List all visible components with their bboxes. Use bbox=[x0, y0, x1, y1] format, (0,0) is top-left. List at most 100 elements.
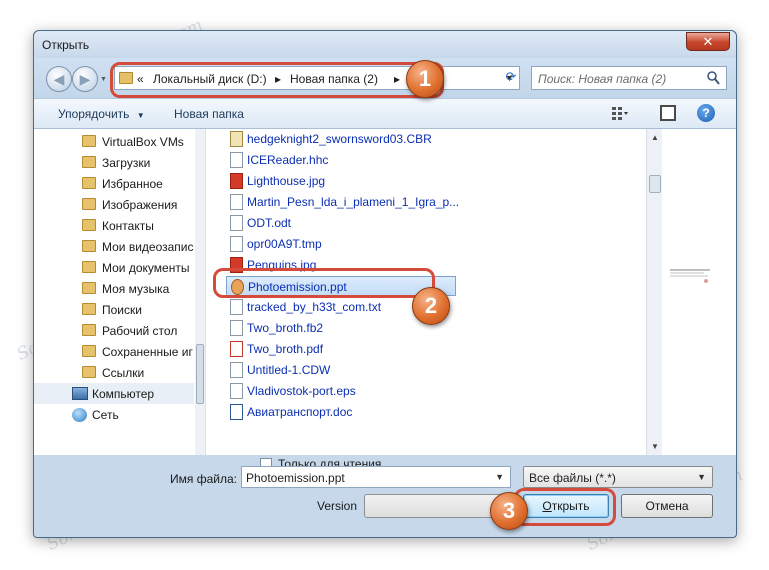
file-item[interactable]: Vladivostok-port.eps bbox=[226, 381, 456, 401]
folder-icon bbox=[82, 177, 96, 189]
search-input[interactable]: Поиск: Новая папка (2) bbox=[538, 72, 666, 86]
nav-item-saved-games[interactable]: Сохраненные иг bbox=[34, 341, 194, 362]
nav-item-label: Сохраненные иг bbox=[102, 345, 193, 359]
file-name: ODT.odt bbox=[247, 216, 292, 230]
nav-item-virtualbox-vms[interactable]: VirtualBox VMs bbox=[34, 131, 194, 152]
new-folder-button[interactable]: Новая папка bbox=[174, 107, 244, 121]
network-icon bbox=[72, 408, 87, 422]
nav-item-label: Рабочий стол bbox=[102, 324, 178, 338]
nav-item-favorites[interactable]: Избранное bbox=[34, 173, 194, 194]
file-item[interactable]: ICEReader.hhc bbox=[226, 150, 456, 170]
file-item[interactable]: Lighthouse.jpg bbox=[226, 171, 456, 191]
scrollbar-thumb[interactable] bbox=[196, 344, 204, 404]
window-title: Открыть bbox=[42, 38, 90, 52]
nav-item-label: Моя музыка bbox=[102, 282, 170, 296]
chevron-down-icon[interactable]: ▼ bbox=[495, 472, 504, 482]
file-item[interactable]: Martin_Pesn_lda_i_plameni_1_Igra_p... bbox=[226, 192, 460, 212]
file-name-field[interactable]: Photoemission.ppt ▼ bbox=[241, 466, 511, 488]
file-item[interactable]: hedgeknight2_swornsword03.CBR bbox=[226, 129, 456, 149]
file-list-scrollbar[interactable]: ▲ ▼ bbox=[646, 129, 662, 455]
change-view-icon[interactable] bbox=[611, 105, 629, 121]
callout-badge-3: 3 bbox=[490, 492, 528, 530]
back-arrow-icon: ◀ bbox=[53, 71, 65, 87]
file-name: hedgeknight2_swornsword03.CBR bbox=[247, 132, 432, 146]
folder-icon bbox=[82, 366, 96, 378]
cbr-file-icon bbox=[230, 131, 243, 147]
preview-pane-icon[interactable] bbox=[660, 105, 676, 121]
nav-item-network[interactable]: Сеть bbox=[34, 404, 194, 425]
scrollbar-thumb[interactable] bbox=[649, 175, 661, 193]
search-box[interactable]: Поиск: Новая папка (2) bbox=[531, 66, 727, 90]
file-name-value: Photoemission.ppt bbox=[246, 471, 345, 485]
folder-icon bbox=[82, 198, 96, 210]
folder-icon bbox=[82, 240, 96, 252]
jpg-file-icon bbox=[230, 173, 243, 189]
file-icon bbox=[230, 362, 243, 378]
file-icon bbox=[230, 320, 243, 336]
file-name: Vladivostok-port.eps bbox=[247, 384, 356, 398]
nav-item-pictures[interactable]: Изображения bbox=[34, 194, 194, 215]
nav-item-label: VirtualBox VMs bbox=[102, 135, 184, 149]
nav-item-label: Изображения bbox=[102, 198, 178, 212]
nav-item-label: Избранное bbox=[102, 177, 163, 191]
file-name: Авиатранспорт.doc bbox=[247, 405, 353, 419]
folder-icon bbox=[82, 219, 96, 231]
chevron-down-icon: ▼ bbox=[136, 111, 145, 120]
nav-item-label: Загрузки bbox=[102, 156, 151, 170]
folder-icon bbox=[82, 303, 96, 315]
nav-item-label: Компьютер bbox=[92, 387, 155, 401]
callout-highlight-selected-file bbox=[213, 268, 435, 298]
cancel-button[interactable]: Отмена bbox=[621, 494, 713, 518]
nav-item-desktop[interactable]: Рабочий стол bbox=[34, 320, 194, 341]
file-name-label: Имя файла: bbox=[170, 472, 237, 486]
file-item[interactable]: Untitled-1.CDW bbox=[226, 360, 456, 380]
folder-icon bbox=[82, 135, 96, 147]
scroll-down-arrow-icon[interactable]: ▼ bbox=[651, 442, 659, 451]
file-name: tracked_by_h33t_com.txt bbox=[247, 300, 382, 314]
nav-item-label: Мои видеозапис bbox=[102, 240, 194, 254]
close-button[interactable]: ✕ bbox=[686, 32, 730, 51]
folder-icon bbox=[82, 282, 96, 294]
forward-button[interactable]: ▶ bbox=[72, 66, 98, 92]
help-icon[interactable]: ? bbox=[697, 104, 715, 122]
file-type-select[interactable]: Все файлы (*.*) ▼ bbox=[523, 466, 713, 488]
scroll-up-arrow-icon[interactable]: ▲ bbox=[651, 133, 659, 142]
doc-file-icon bbox=[230, 404, 243, 420]
file-name: Martin_Pesn_lda_i_plameni_1_Igra_p... bbox=[247, 195, 460, 209]
folder-icon bbox=[82, 156, 96, 168]
nav-item-label: Ссылки bbox=[102, 366, 145, 380]
file-icon bbox=[230, 152, 243, 168]
file-item[interactable]: opr00A9T.tmp bbox=[226, 234, 456, 254]
nav-pane-scrollbar[interactable] bbox=[195, 129, 205, 455]
refresh-icon: ⟳ bbox=[505, 69, 517, 84]
nav-item-computer[interactable]: Компьютер bbox=[34, 383, 194, 404]
nav-item-links[interactable]: Ссылки bbox=[34, 362, 194, 383]
chevron-down-icon: ▼ bbox=[697, 472, 706, 482]
pdf-file-icon bbox=[230, 341, 243, 357]
nav-item-my-documents[interactable]: Мои документы bbox=[34, 257, 194, 278]
nav-item-downloads[interactable]: Загрузки bbox=[34, 152, 194, 173]
file-item[interactable]: Авиатранспорт.doc bbox=[226, 402, 456, 422]
recent-locations-dropdown[interactable]: ▼ bbox=[100, 76, 108, 84]
organize-button[interactable]: Упорядочить ▼ bbox=[58, 107, 145, 121]
file-item[interactable]: Two_broth.pdf bbox=[226, 339, 456, 359]
callout-badge-1: 1 bbox=[406, 60, 444, 98]
title-bar[interactable]: Открыть ✕ bbox=[34, 31, 736, 57]
file-icon bbox=[230, 194, 243, 210]
nav-item-contacts[interactable]: Контакты bbox=[34, 215, 194, 236]
search-icon[interactable] bbox=[706, 70, 720, 86]
file-name: Two_broth.fb2 bbox=[247, 321, 324, 335]
file-icon bbox=[230, 215, 243, 231]
nav-item-label: Контакты bbox=[102, 219, 154, 233]
nav-item-my-music[interactable]: Моя музыка bbox=[34, 278, 194, 299]
nav-item-searches[interactable]: Поиски bbox=[34, 299, 194, 320]
nav-item-my-videos[interactable]: Мои видеозапис bbox=[34, 236, 194, 257]
back-button[interactable]: ◀ bbox=[46, 66, 72, 92]
organize-label: Упорядочить bbox=[58, 107, 130, 121]
nav-item-label: Мои документы bbox=[102, 261, 190, 275]
file-item[interactable]: ODT.odt bbox=[226, 213, 456, 233]
navigation-pane: VirtualBox VMs Загрузки Избранное Изобра… bbox=[34, 129, 206, 455]
forward-arrow-icon: ▶ bbox=[79, 71, 91, 87]
folder-icon bbox=[82, 261, 96, 273]
refresh-button[interactable]: ⟳ bbox=[499, 66, 523, 90]
